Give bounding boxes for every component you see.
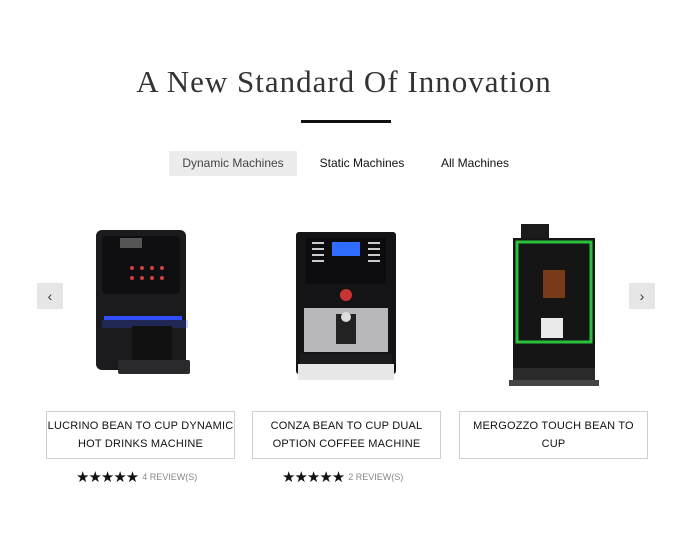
product-card: Conza Bean to Cup Dual Option Coffee Mac…	[252, 218, 441, 486]
review-count[interactable]: 4 Review(s)	[142, 472, 197, 482]
tab-dynamic-machines[interactable]: Dynamic Machines	[169, 151, 297, 176]
product-name[interactable]: Mergozzo Touch Bean to Cup	[459, 411, 648, 459]
review-count[interactable]: 2 Review(s)	[348, 472, 403, 482]
product-image[interactable]	[459, 218, 648, 396]
product-name[interactable]: Conza Bean to Cup Dual Option Coffee Mac…	[252, 411, 441, 459]
product-card: Lucrino Bean to Cup Dynamic Hot Drinks M…	[46, 218, 235, 486]
tab-static-machines[interactable]: Static Machines	[313, 151, 411, 176]
product-image[interactable]	[252, 218, 441, 396]
tab-all-machines[interactable]: All Machines	[434, 151, 516, 176]
product-card: Mergozzo Touch Bean to Cup	[459, 218, 648, 459]
product-image[interactable]	[46, 218, 235, 396]
product-rating: ★★★★★ 4 Review(s)	[76, 468, 197, 486]
star-rating-icon: ★★★★★	[282, 469, 345, 486]
product-rating: ★★★★★ 2 Review(s)	[282, 468, 403, 486]
title-underline	[301, 120, 391, 123]
product-name[interactable]: Lucrino Bean to Cup Dynamic Hot Drinks M…	[46, 411, 235, 459]
page-title: A New Standard Of Innovation	[136, 64, 552, 99]
star-rating-icon: ★★★★★	[76, 469, 139, 486]
